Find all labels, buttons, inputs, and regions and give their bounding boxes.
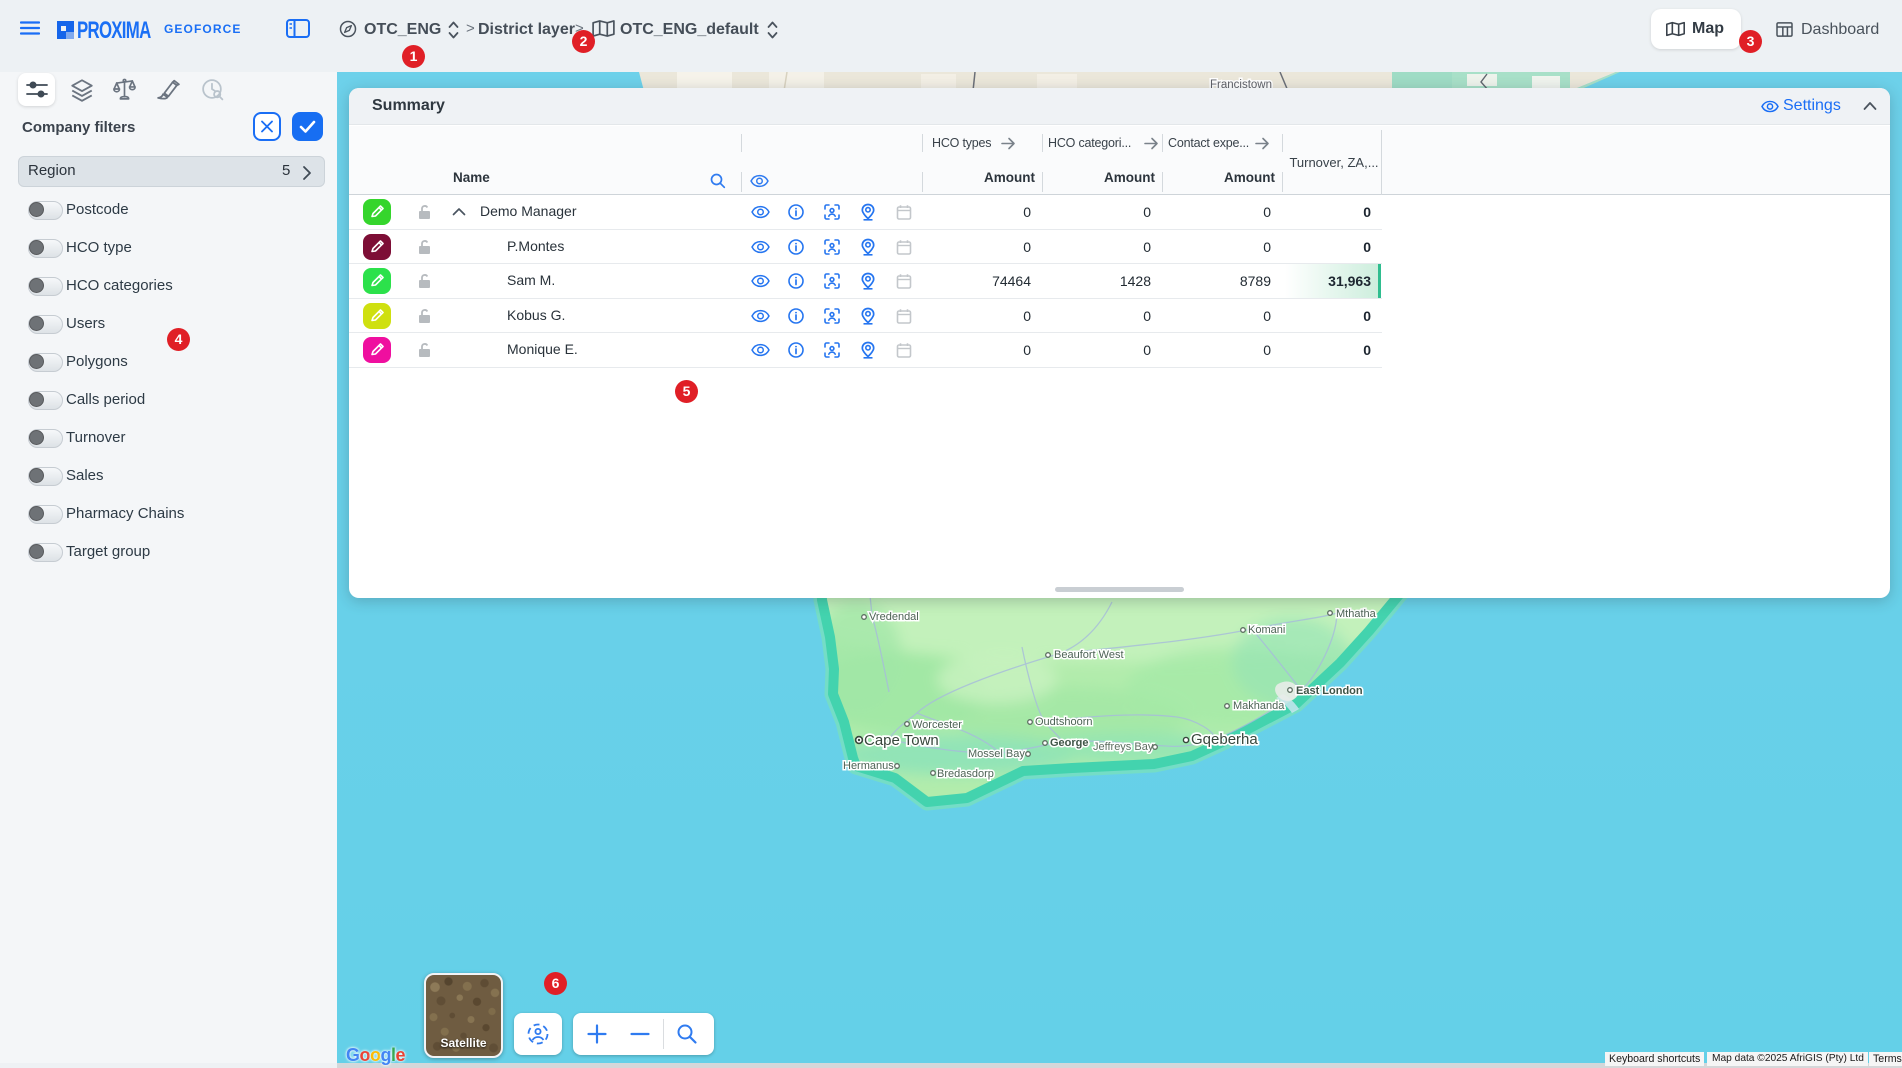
svg-text:Cape Town: Cape Town <box>864 732 939 749</box>
svg-text:Jeffreys Bay: Jeffreys Bay <box>1093 741 1154 753</box>
svg-text:Beaufort West: Beaufort West <box>1054 649 1124 661</box>
svg-text:Mthatha: Mthatha <box>1336 608 1377 620</box>
svg-text:East London: East London <box>1296 685 1363 697</box>
svg-text:Mossel Bay: Mossel Bay <box>968 748 1025 760</box>
svg-text:Worcester: Worcester <box>912 719 962 731</box>
svg-text:Vredendal: Vredendal <box>869 611 919 623</box>
svg-text:Makhanda: Makhanda <box>1233 700 1285 712</box>
svg-text:Oudtshoorn: Oudtshoorn <box>1035 716 1092 728</box>
svg-text:George: George <box>1050 737 1089 749</box>
svg-text:Gqeberha: Gqeberha <box>1191 731 1258 748</box>
svg-text:Bredasdorp: Bredasdorp <box>937 768 994 780</box>
svg-text:Hermanus: Hermanus <box>843 760 894 772</box>
svg-text:Komani: Komani <box>1248 624 1285 636</box>
